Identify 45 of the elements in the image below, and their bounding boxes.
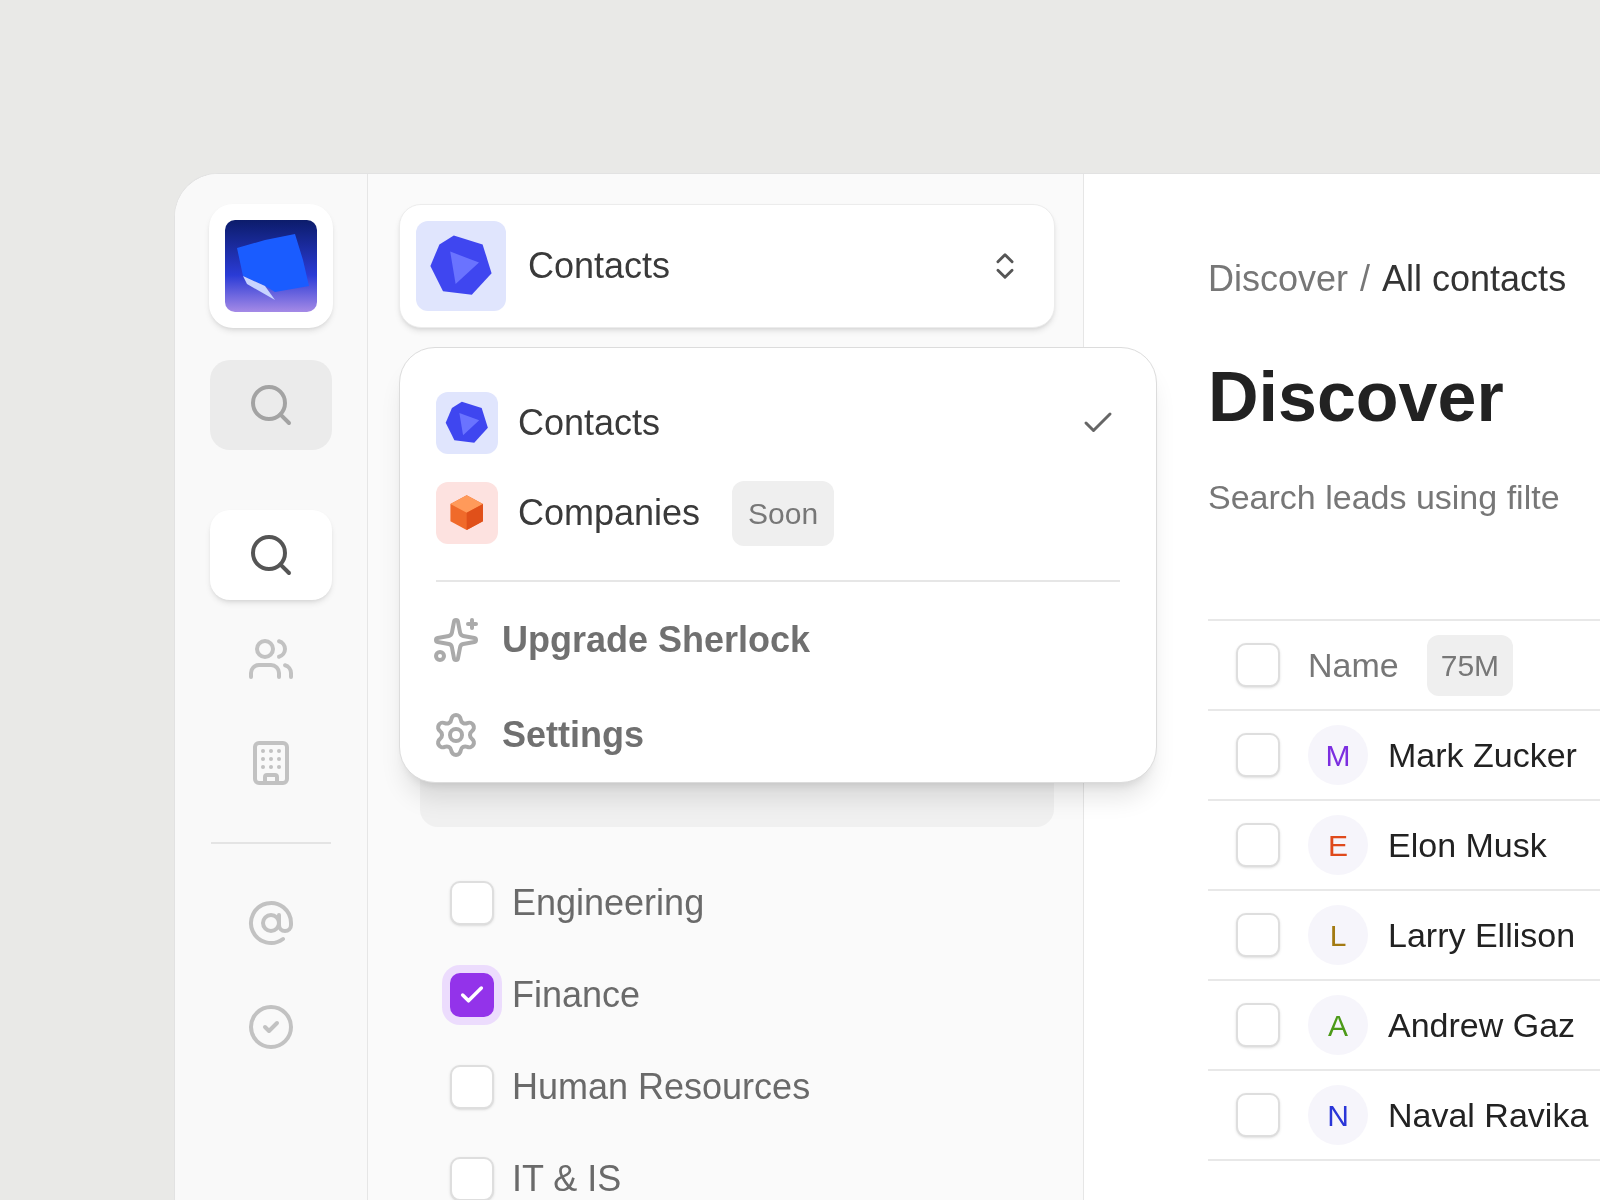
- gem-icon: [416, 221, 506, 311]
- contact-name: Mark Zucker: [1388, 734, 1577, 776]
- filter-option-label: Human Resources: [512, 1065, 811, 1109]
- checkbox[interactable]: [1236, 1003, 1280, 1047]
- count-badge: 75M: [1426, 634, 1514, 696]
- checkbox[interactable]: [1236, 643, 1280, 687]
- filter-option-label: Engineering: [512, 881, 705, 925]
- checkbox[interactable]: [1236, 913, 1280, 957]
- gem-icon: [436, 392, 498, 454]
- app-logo[interactable]: [209, 204, 333, 328]
- workspace-picker[interactable]: Contacts: [399, 204, 1055, 328]
- checkbox[interactable]: [1236, 1093, 1280, 1137]
- checkbox[interactable]: [1236, 733, 1280, 777]
- avatar: A: [1308, 995, 1368, 1055]
- workspace-name: Contacts: [528, 244, 672, 288]
- sparkles-icon: [432, 615, 480, 664]
- contact-name: Larry Ellison: [1388, 914, 1576, 956]
- checkbox[interactable]: [1236, 823, 1280, 867]
- column-header: Name: [1308, 644, 1399, 686]
- check-circle-icon: [247, 1003, 295, 1051]
- avatar: N: [1308, 1085, 1368, 1145]
- contact-name: Naval Ravika: [1388, 1094, 1589, 1136]
- menu-action[interactable]: Settings: [432, 687, 1120, 782]
- page-title: Discover: [1208, 362, 1505, 432]
- at-sign-icon: [247, 899, 295, 947]
- contact-name: Elon Musk: [1388, 824, 1547, 866]
- sidebar-item[interactable]: [210, 510, 332, 600]
- checkbox[interactable]: [450, 1065, 494, 1109]
- menu-action[interactable]: Upgrade Sherlock: [432, 592, 1120, 687]
- checkbox[interactable]: [450, 1157, 494, 1200]
- menu-option[interactable]: Companies Soon: [436, 468, 1120, 558]
- contact-name: Andrew Gaz: [1388, 1004, 1576, 1046]
- breadcrumb-link[interactable]: Discover: [1208, 252, 1349, 306]
- page-subtitle: Search leads using filte: [1208, 477, 1561, 518]
- checkbox[interactable]: [450, 881, 494, 925]
- breadcrumb-separator: /: [1360, 257, 1371, 301]
- filter-option-label: IT & IS: [512, 1157, 622, 1200]
- cube-icon: [436, 482, 498, 544]
- breadcrumb-current: All contacts: [1382, 257, 1567, 301]
- avatar: L: [1308, 905, 1368, 965]
- avatar: E: [1308, 815, 1368, 875]
- filter-option-label: Finance: [512, 973, 641, 1017]
- soon-badge: Soon: [732, 480, 835, 546]
- avatar: M: [1308, 725, 1368, 785]
- menu-option[interactable]: Contacts: [436, 378, 1120, 468]
